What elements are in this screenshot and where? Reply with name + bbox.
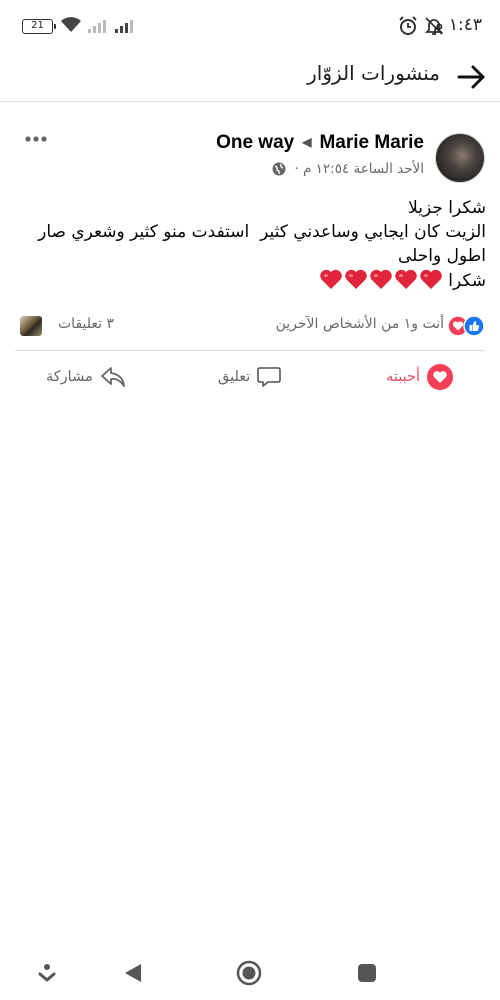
top-header: منشورات الزوّار: [0, 52, 500, 102]
post-line: شكرا: [448, 271, 486, 291]
author-name[interactable]: Marie Marie: [319, 132, 424, 153]
heart-emoji-icon: [345, 269, 367, 289]
signal-icon: [115, 20, 133, 33]
heart-emoji-icon: [370, 269, 392, 289]
share-button[interactable]: مشاركة: [46, 360, 127, 394]
comments-count[interactable]: ٣ تعليقات: [58, 316, 114, 332]
wifi-icon: [61, 17, 81, 32]
like-button[interactable]: أحببته: [386, 360, 454, 394]
post-line-with-hearts: شكرا: [10, 268, 486, 293]
globe-icon: [272, 162, 286, 176]
post-line: شكرا جزيلا: [408, 198, 486, 218]
heart-emoji-icon: [395, 269, 417, 289]
reactions-row[interactable]: أنت و١ من الأشخاص الآخرين ٣ تعليقات: [0, 314, 500, 338]
post-author[interactable]: One way ◀ Marie Marie: [216, 132, 424, 154]
status-time: ١:٤٣ م: [432, 15, 482, 35]
post-actions: أحببته تعليق مشاركة: [0, 360, 500, 394]
like-label: أحببته: [386, 369, 420, 385]
heart-emoji-icon: [420, 269, 442, 289]
page-name[interactable]: One way: [216, 132, 294, 153]
heart-emoji-icon: [320, 269, 342, 289]
back-arrow-icon[interactable]: [456, 62, 486, 92]
nav-home-icon[interactable]: [236, 960, 262, 986]
like-icon: [463, 315, 485, 337]
battery-icon: 21: [22, 19, 56, 34]
battery-level: 21: [31, 20, 44, 31]
system-nav-bar: [0, 948, 500, 1000]
heart-icon: [427, 364, 453, 390]
post-body: شكرا جزيلا الزيت كان ايجابي وساعدني كثير…: [10, 196, 486, 293]
divider: [15, 350, 485, 351]
post-time: الأحد الساعة ١٢:٥٤ م ·: [294, 161, 424, 177]
post-line: الزيت كان ايجابي وساعدني كثير استفدت منو…: [32, 222, 486, 266]
commenter-thumbnail[interactable]: [20, 316, 42, 336]
nav-recents-icon[interactable]: [354, 960, 380, 986]
more-icon[interactable]: [24, 132, 48, 146]
avatar[interactable]: [435, 133, 485, 183]
triangle-icon: ◀: [302, 135, 312, 149]
alarm-icon: [399, 16, 417, 35]
comment-button[interactable]: تعليق: [218, 360, 282, 394]
comment-label: تعليق: [218, 369, 251, 385]
nav-back-icon[interactable]: [120, 960, 146, 986]
signal-icon: [88, 20, 106, 33]
nav-menu-icon[interactable]: [34, 960, 60, 986]
page-title: منشورات الزوّار: [307, 61, 440, 85]
share-icon: [100, 367, 125, 387]
reaction-icons[interactable]: [447, 315, 485, 337]
reaction-summary[interactable]: أنت و١ من الأشخاص الآخرين: [276, 316, 444, 332]
hearts-emoji-group: [319, 268, 443, 290]
share-label: مشاركة: [46, 369, 93, 385]
post-timestamp: الأحد الساعة ١٢:٥٤ م ·: [272, 161, 424, 177]
status-bar: 21 ١:٤٣ م: [0, 0, 500, 52]
comment-icon: [257, 367, 282, 387]
